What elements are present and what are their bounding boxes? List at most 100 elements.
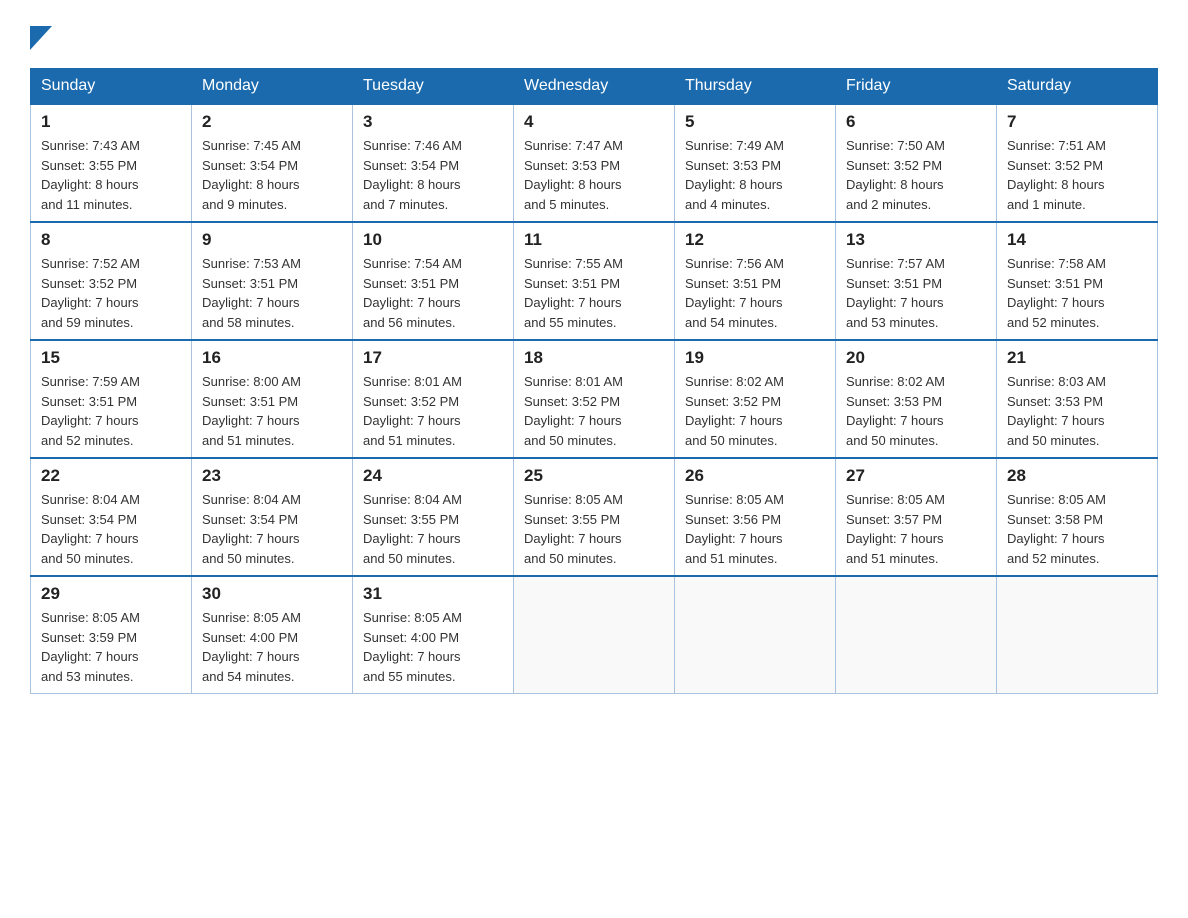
day-info: Sunrise: 8:03 AMSunset: 3:53 PMDaylight:… — [1007, 372, 1147, 450]
day-info: Sunrise: 8:05 AMSunset: 4:00 PMDaylight:… — [363, 608, 503, 686]
calendar-cell: 17 Sunrise: 8:01 AMSunset: 3:52 PMDayligh… — [353, 340, 514, 458]
day-number: 14 — [1007, 230, 1147, 250]
week-row-2: 8 Sunrise: 7:52 AMSunset: 3:52 PMDaylight… — [31, 222, 1158, 340]
logo — [30, 26, 52, 50]
day-number: 29 — [41, 584, 181, 604]
day-number: 15 — [41, 348, 181, 368]
day-info: Sunrise: 8:02 AMSunset: 3:53 PMDaylight:… — [846, 372, 986, 450]
calendar-cell: 20Sunrise: 8:02 AMSunset: 3:53 PMDayligh… — [836, 340, 997, 458]
weekday-header-tuesday: Tuesday — [353, 69, 514, 105]
week-row-3: 15 Sunrise: 7:59 AMSunset: 3:51 PMDayligh… — [31, 340, 1158, 458]
day-info: Sunrise: 7:54 AMSunset: 3:51 PMDaylight:… — [363, 254, 503, 332]
calendar-cell: 18 Sunrise: 8:01 AMSunset: 3:52 PMDayligh… — [514, 340, 675, 458]
calendar-cell: 31 Sunrise: 8:05 AMSunset: 4:00 PMDayligh… — [353, 576, 514, 694]
day-info: Sunrise: 7:57 AMSunset: 3:51 PMDaylight:… — [846, 254, 986, 332]
day-number: 8 — [41, 230, 181, 250]
calendar-cell: 26 Sunrise: 8:05 AMSunset: 3:56 PMDayligh… — [675, 458, 836, 576]
day-number: 2 — [202, 112, 342, 132]
day-info: Sunrise: 8:05 AMSunset: 3:55 PMDaylight:… — [524, 490, 664, 568]
weekday-header-monday: Monday — [192, 69, 353, 105]
calendar-cell: 30 Sunrise: 8:05 AMSunset: 4:00 PMDayligh… — [192, 576, 353, 694]
day-number: 5 — [685, 112, 825, 132]
calendar-body: 1Sunrise: 7:43 AMSunset: 3:55 PMDaylight… — [31, 104, 1158, 694]
day-number: 6 — [846, 112, 986, 132]
day-info: Sunrise: 8:04 AMSunset: 3:55 PMDaylight:… — [363, 490, 503, 568]
calendar-cell — [514, 576, 675, 694]
day-info: Sunrise: 7:53 AMSunset: 3:51 PMDaylight:… — [202, 254, 342, 332]
day-number: 3 — [363, 112, 503, 132]
calendar-cell: 15 Sunrise: 7:59 AMSunset: 3:51 PMDayligh… — [31, 340, 192, 458]
weekday-header-wednesday: Wednesday — [514, 69, 675, 105]
calendar-cell: 22 Sunrise: 8:04 AMSunset: 3:54 PMDayligh… — [31, 458, 192, 576]
day-number: 9 — [202, 230, 342, 250]
calendar-cell: 1Sunrise: 7:43 AMSunset: 3:55 PMDaylight… — [31, 104, 192, 222]
day-info: Sunrise: 8:04 AMSunset: 3:54 PMDaylight:… — [41, 490, 181, 568]
calendar-cell: 23 Sunrise: 8:04 AMSunset: 3:54 PMDayligh… — [192, 458, 353, 576]
calendar-cell: 9 Sunrise: 7:53 AMSunset: 3:51 PMDaylight… — [192, 222, 353, 340]
header — [30, 20, 1158, 50]
weekday-header-friday: Friday — [836, 69, 997, 105]
day-info: Sunrise: 7:45 AMSunset: 3:54 PMDaylight:… — [202, 136, 342, 214]
calendar-cell: 3 Sunrise: 7:46 AMSunset: 3:54 PMDaylight… — [353, 104, 514, 222]
day-info: Sunrise: 7:51 AMSunset: 3:52 PMDaylight:… — [1007, 136, 1147, 214]
day-info: Sunrise: 8:05 AMSunset: 3:57 PMDaylight:… — [846, 490, 986, 568]
day-number: 10 — [363, 230, 503, 250]
day-number: 18 — [524, 348, 664, 368]
day-number: 12 — [685, 230, 825, 250]
day-info: Sunrise: 7:43 AMSunset: 3:55 PMDaylight:… — [41, 136, 181, 214]
day-info: Sunrise: 7:46 AMSunset: 3:54 PMDaylight:… — [363, 136, 503, 214]
calendar-cell: 27 Sunrise: 8:05 AMSunset: 3:57 PMDayligh… — [836, 458, 997, 576]
week-row-5: 29Sunrise: 8:05 AMSunset: 3:59 PMDayligh… — [31, 576, 1158, 694]
day-number: 4 — [524, 112, 664, 132]
weekday-header-sunday: Sunday — [31, 69, 192, 105]
day-number: 24 — [363, 466, 503, 486]
calendar-cell: 4Sunrise: 7:47 AMSunset: 3:53 PMDaylight… — [514, 104, 675, 222]
day-number: 19 — [685, 348, 825, 368]
calendar-cell: 2 Sunrise: 7:45 AMSunset: 3:54 PMDaylight… — [192, 104, 353, 222]
day-number: 27 — [846, 466, 986, 486]
calendar-cell: 12 Sunrise: 7:56 AMSunset: 3:51 PMDayligh… — [675, 222, 836, 340]
logo-triangle-icon — [30, 26, 52, 50]
day-info: Sunrise: 8:01 AMSunset: 3:52 PMDaylight:… — [524, 372, 664, 450]
weekday-header-thursday: Thursday — [675, 69, 836, 105]
calendar-cell: 25Sunrise: 8:05 AMSunset: 3:55 PMDayligh… — [514, 458, 675, 576]
calendar-cell — [997, 576, 1158, 694]
calendar-cell: 7Sunrise: 7:51 AMSunset: 3:52 PMDaylight… — [997, 104, 1158, 222]
day-number: 30 — [202, 584, 342, 604]
day-info: Sunrise: 8:05 AMSunset: 3:56 PMDaylight:… — [685, 490, 825, 568]
day-number: 17 — [363, 348, 503, 368]
day-number: 31 — [363, 584, 503, 604]
day-info: Sunrise: 7:52 AMSunset: 3:52 PMDaylight:… — [41, 254, 181, 332]
day-info: Sunrise: 7:49 AMSunset: 3:53 PMDaylight:… — [685, 136, 825, 214]
day-number: 13 — [846, 230, 986, 250]
calendar-cell: 14 Sunrise: 7:58 AMSunset: 3:51 PMDayligh… — [997, 222, 1158, 340]
calendar-cell: 10 Sunrise: 7:54 AMSunset: 3:51 PMDayligh… — [353, 222, 514, 340]
weekday-header-row: SundayMondayTuesdayWednesdayThursdayFrid… — [31, 69, 1158, 105]
day-info: Sunrise: 7:50 AMSunset: 3:52 PMDaylight:… — [846, 136, 986, 214]
calendar-cell: 5 Sunrise: 7:49 AMSunset: 3:53 PMDaylight… — [675, 104, 836, 222]
day-info: Sunrise: 7:58 AMSunset: 3:51 PMDaylight:… — [1007, 254, 1147, 332]
calendar-cell: 28Sunrise: 8:05 AMSunset: 3:58 PMDayligh… — [997, 458, 1158, 576]
day-info: Sunrise: 8:05 AMSunset: 4:00 PMDaylight:… — [202, 608, 342, 686]
day-info: Sunrise: 7:56 AMSunset: 3:51 PMDaylight:… — [685, 254, 825, 332]
calendar-cell — [836, 576, 997, 694]
week-row-1: 1Sunrise: 7:43 AMSunset: 3:55 PMDaylight… — [31, 104, 1158, 222]
day-info: Sunrise: 7:59 AMSunset: 3:51 PMDaylight:… — [41, 372, 181, 450]
calendar-cell: 16 Sunrise: 8:00 AMSunset: 3:51 PMDayligh… — [192, 340, 353, 458]
day-number: 22 — [41, 466, 181, 486]
day-info: Sunrise: 8:00 AMSunset: 3:51 PMDaylight:… — [202, 372, 342, 450]
calendar-cell: 11Sunrise: 7:55 AMSunset: 3:51 PMDayligh… — [514, 222, 675, 340]
day-number: 16 — [202, 348, 342, 368]
calendar-cell: 24 Sunrise: 8:04 AMSunset: 3:55 PMDayligh… — [353, 458, 514, 576]
day-info: Sunrise: 8:01 AMSunset: 3:52 PMDaylight:… — [363, 372, 503, 450]
calendar-cell: 13 Sunrise: 7:57 AMSunset: 3:51 PMDayligh… — [836, 222, 997, 340]
day-number: 23 — [202, 466, 342, 486]
day-number: 26 — [685, 466, 825, 486]
day-info: Sunrise: 8:04 AMSunset: 3:54 PMDaylight:… — [202, 490, 342, 568]
week-row-4: 22 Sunrise: 8:04 AMSunset: 3:54 PMDayligh… — [31, 458, 1158, 576]
calendar-cell: 21Sunrise: 8:03 AMSunset: 3:53 PMDayligh… — [997, 340, 1158, 458]
weekday-header-saturday: Saturday — [997, 69, 1158, 105]
calendar-cell — [675, 576, 836, 694]
day-number: 28 — [1007, 466, 1147, 486]
day-info: Sunrise: 8:02 AMSunset: 3:52 PMDaylight:… — [685, 372, 825, 450]
